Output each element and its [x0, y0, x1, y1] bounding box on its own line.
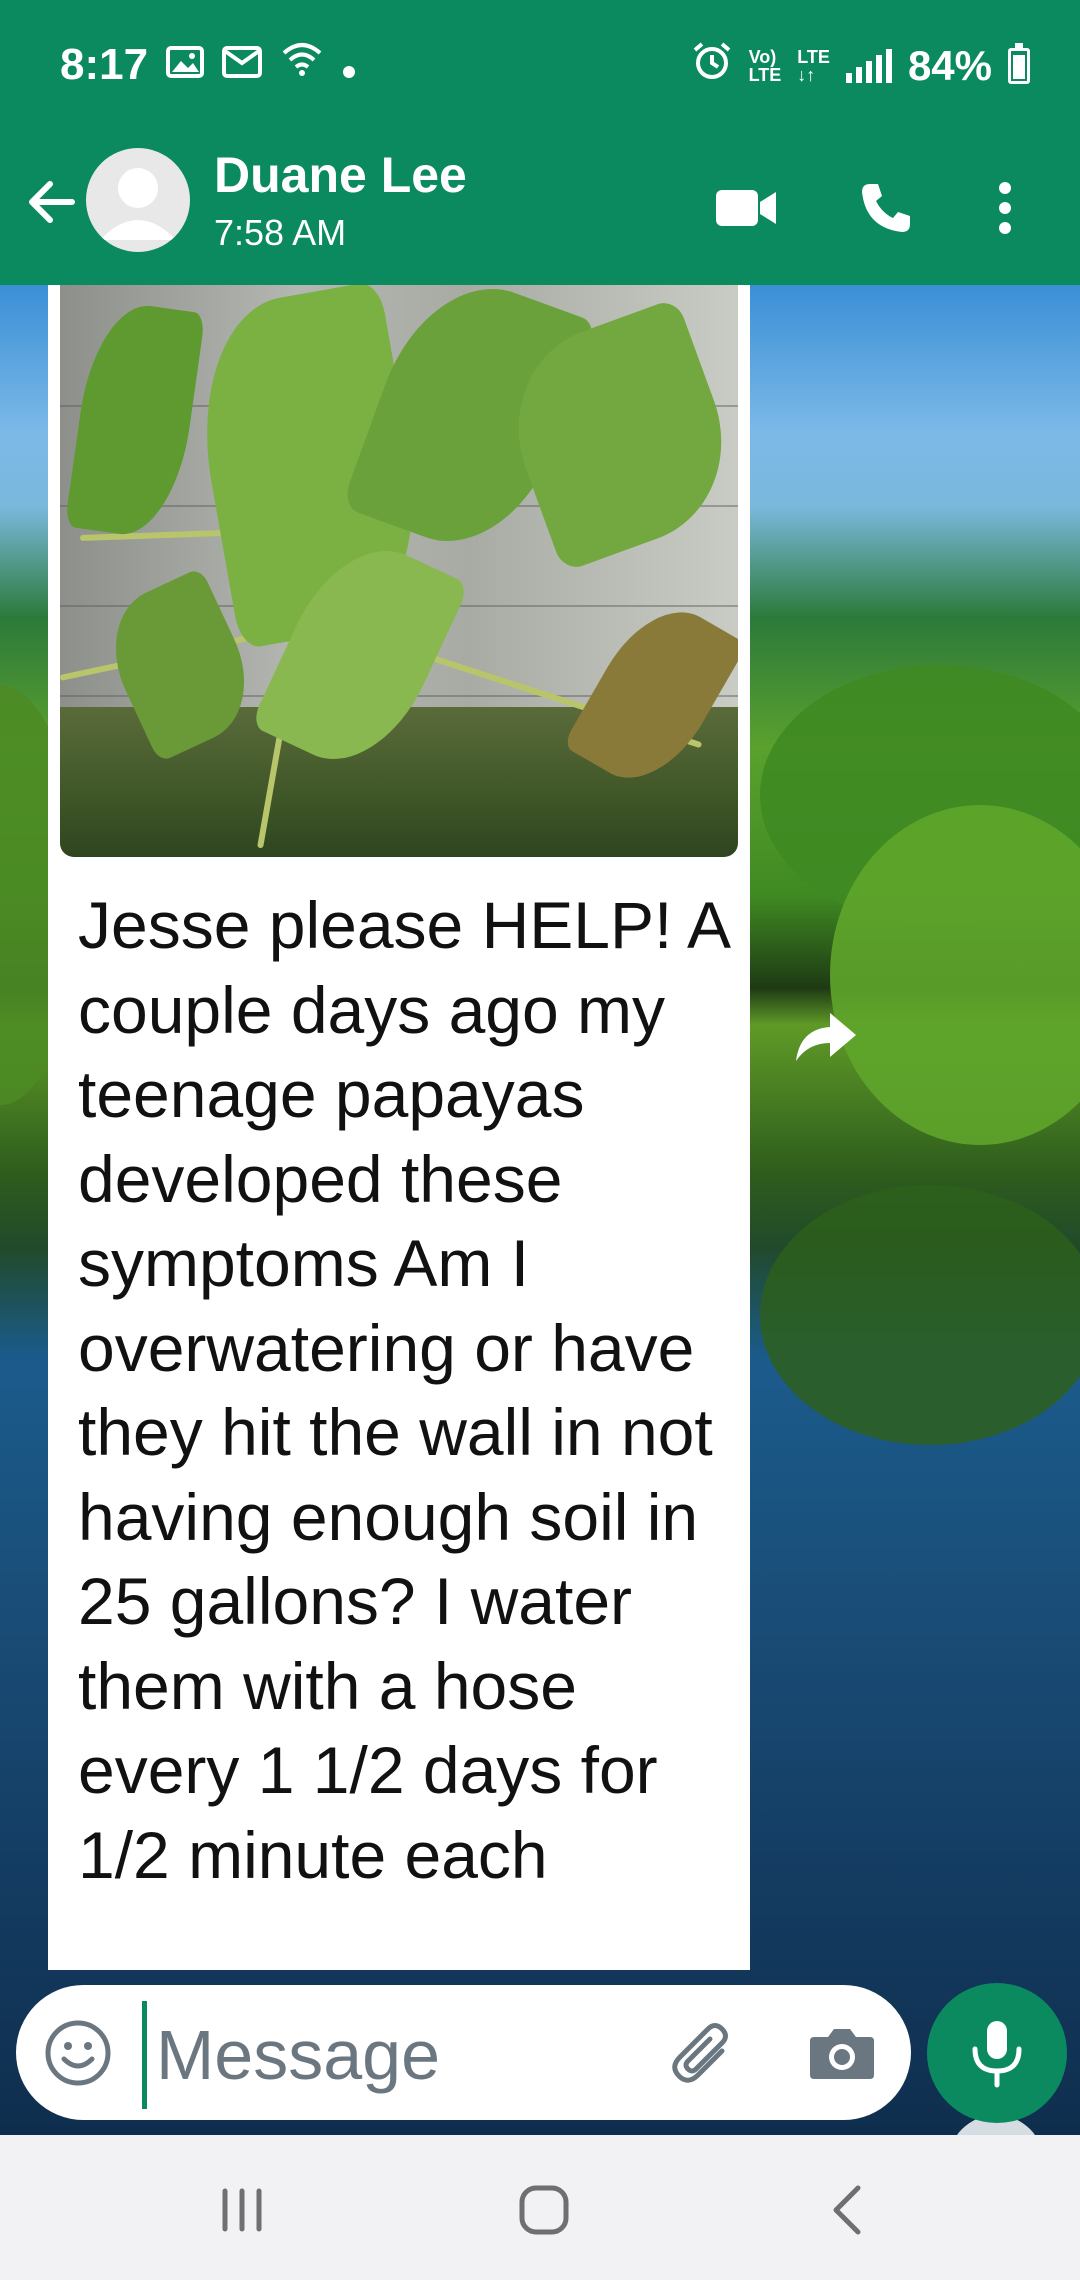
chat-header: Duane Lee 7:58 AM [0, 140, 1080, 285]
mic-icon [972, 2021, 1022, 2088]
message-photo[interactable] [60, 285, 738, 857]
signal-icon [845, 49, 892, 83]
volte-icon: Vo) LTE [749, 48, 782, 84]
wallpaper-foliage [760, 1185, 1080, 1445]
battery-icon [1008, 43, 1030, 84]
lte-icon: LTE ↓↑ [797, 48, 830, 84]
forward-icon[interactable] [790, 1005, 860, 1065]
status-time: 8:17 [60, 40, 149, 89]
mail-icon [222, 40, 263, 90]
alarm-icon [691, 40, 733, 92]
chat-area[interactable]: Jesse please HELP! A couple days ago my … [0, 285, 1080, 2135]
system-nav-bar [0, 2135, 1080, 2280]
message-text: Jesse please HELP! A couple days ago my … [78, 888, 728, 1892]
message-composer [16, 1985, 911, 2120]
wifi-calling-icon [280, 40, 324, 90]
lte-label: LTE [797, 47, 830, 67]
message-input[interactable] [156, 2005, 656, 2105]
status-bar: 8:17 Vo) LTE LTE ↓↑ 84% [0, 0, 1080, 140]
text-cursor [142, 2001, 147, 2109]
video-call-icon[interactable] [706, 168, 786, 248]
recents-icon[interactable] [202, 2175, 282, 2245]
camera-icon[interactable] [804, 2015, 880, 2091]
volte-lte-label: LTE [748, 65, 782, 85]
contact-name[interactable]: Duane Lee [214, 146, 467, 204]
phone-icon[interactable] [846, 168, 926, 248]
nav-back-icon[interactable] [808, 2175, 888, 2245]
last-seen: 7:58 AM [214, 212, 347, 253]
back-arrow-icon[interactable] [20, 170, 84, 234]
status-left: 8:17 [60, 40, 356, 90]
status-right: Vo) LTE LTE ↓↑ 84% [691, 40, 1030, 92]
avatar[interactable] [86, 148, 190, 252]
message-bubble[interactable]: Jesse please HELP! A couple days ago my … [48, 285, 750, 1970]
gallery-icon [166, 40, 205, 90]
lte-arrows-icon: ↓↑ [797, 65, 816, 85]
home-icon[interactable] [504, 2175, 584, 2245]
dot-icon [342, 40, 356, 90]
attach-icon[interactable] [666, 2015, 742, 2091]
mic-button[interactable] [927, 1983, 1067, 2123]
volte-label: Vo) [748, 47, 777, 67]
more-vert-icon[interactable] [975, 168, 1035, 248]
emoji-icon[interactable] [44, 2019, 112, 2087]
battery-percent: 84% [907, 42, 992, 89]
